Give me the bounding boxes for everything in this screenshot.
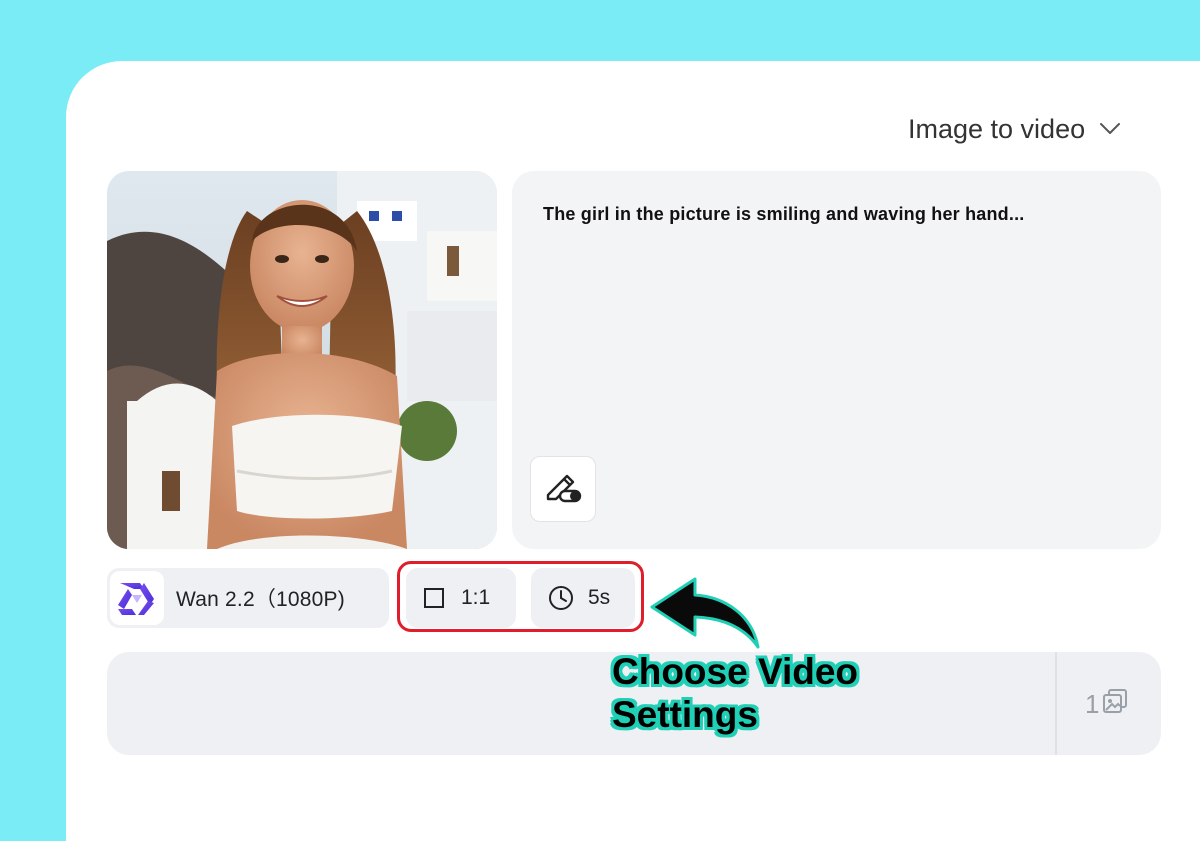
output-count-control[interactable]: 1 bbox=[1085, 688, 1128, 721]
prompt-text[interactable]: The girl in the picture is smiling and w… bbox=[543, 204, 1024, 225]
wan-logo-icon bbox=[110, 571, 164, 625]
square-icon bbox=[406, 587, 461, 609]
pencil-eraser-icon bbox=[542, 469, 584, 510]
prompt-tool-button[interactable] bbox=[530, 456, 596, 522]
mode-selector-dropdown[interactable]: Image to video bbox=[908, 112, 1121, 146]
annotation-line-2: Settings bbox=[612, 694, 758, 735]
annotation-text: Choose Video Settings bbox=[612, 650, 858, 736]
duration-button[interactable]: 5s bbox=[531, 568, 635, 628]
chevron-down-icon bbox=[1099, 122, 1121, 136]
duration-label: 5s bbox=[588, 586, 611, 609]
aspect-ratio-label: 1:1 bbox=[461, 586, 491, 609]
annotation-arrow bbox=[640, 565, 770, 660]
generate-divider bbox=[1055, 652, 1057, 755]
annotation-line-1: Choose Video bbox=[612, 651, 859, 692]
aspect-ratio-button[interactable]: 1:1 bbox=[406, 568, 516, 628]
clock-icon bbox=[531, 585, 588, 611]
uploaded-image[interactable] bbox=[107, 171, 497, 549]
prompt-box[interactable]: The girl in the picture is smiling and w… bbox=[512, 171, 1161, 549]
generate-button[interactable] bbox=[107, 652, 1055, 755]
output-count: 1 bbox=[1085, 689, 1100, 719]
model-selector[interactable]: Wan 2.2（1080P) bbox=[107, 568, 389, 628]
image-stack-icon bbox=[1102, 688, 1128, 721]
model-label: Wan 2.2（1080P) bbox=[176, 588, 345, 611]
mode-selector-label: Image to video bbox=[908, 113, 1086, 144]
